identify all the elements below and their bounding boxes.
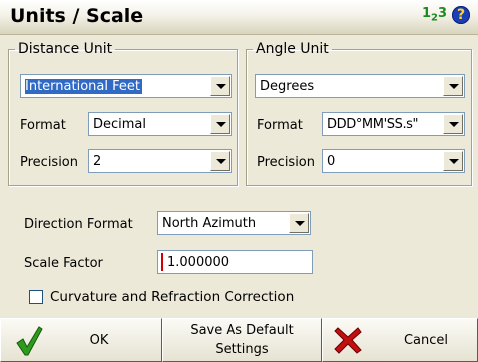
curvature-label[interactable]: Curvature and Refraction Correction	[50, 289, 294, 305]
ok-button[interactable]: OK	[0, 318, 162, 362]
save-default-button[interactable]: Save As Default Settings	[162, 318, 322, 362]
chevron-down-icon[interactable]	[443, 151, 463, 171]
cancel-button-label: Cancel	[403, 333, 449, 348]
scale-factor-input[interactable]: 1.000000	[157, 250, 313, 274]
angle-unit-select[interactable]: Degrees	[255, 74, 465, 98]
chevron-down-icon[interactable]	[210, 151, 230, 171]
ok-button-label: OK	[89, 333, 109, 348]
angle-format-value: DDD°MM'SS.s"	[327, 117, 419, 132]
chevron-down-icon[interactable]	[289, 213, 309, 233]
angle-precision-select[interactable]: 0	[322, 149, 465, 173]
text-caret	[161, 253, 163, 271]
distance-format-label: Format	[20, 118, 66, 133]
angle-unit-legend: Angle Unit	[256, 41, 329, 57]
direction-format-label: Direction Format	[24, 217, 133, 232]
distance-format-value: Decimal	[93, 117, 147, 132]
curvature-checkbox[interactable]	[29, 290, 43, 304]
direction-format-select[interactable]: North Azimuth	[157, 211, 311, 235]
distance-unit-select[interactable]: International Feet	[20, 74, 232, 98]
title-bar: Units / Scale 123 ?	[0, 0, 478, 35]
header-icons: 123 ?	[422, 6, 470, 24]
angle-format-label: Format	[257, 118, 303, 133]
angle-precision-label: Precision	[257, 155, 316, 170]
distance-precision-select[interactable]: 2	[88, 149, 232, 173]
keypad-123-icon[interactable]: 123	[422, 6, 447, 24]
help-icon[interactable]: ?	[452, 6, 470, 24]
direction-format-value: North Azimuth	[162, 216, 257, 231]
distance-format-select[interactable]: Decimal	[88, 112, 232, 136]
angle-unit-value: Degrees	[260, 79, 315, 94]
distance-unit-legend: Distance Unit	[18, 41, 113, 57]
chevron-down-icon[interactable]	[210, 76, 230, 96]
chevron-down-icon[interactable]	[443, 76, 463, 96]
chevron-down-icon[interactable]	[210, 114, 230, 134]
distance-precision-value: 2	[93, 154, 102, 169]
chevron-down-icon[interactable]	[443, 114, 463, 134]
angle-precision-value: 0	[327, 154, 336, 169]
page-title: Units / Scale	[10, 5, 144, 27]
cancel-button[interactable]: Cancel	[322, 318, 478, 362]
button-bar: OK Save As Default Settings Cancel	[0, 318, 478, 362]
scale-factor-value: 1.000000	[167, 255, 230, 270]
angle-format-select[interactable]: DDD°MM'SS.s"	[322, 112, 465, 136]
distance-precision-label: Precision	[20, 155, 79, 170]
save-default-label-line1: Save As Default	[190, 323, 294, 338]
save-default-label-line2: Settings	[215, 342, 269, 357]
scale-factor-label: Scale Factor	[24, 256, 103, 271]
distance-unit-value: International Feet	[25, 79, 142, 94]
